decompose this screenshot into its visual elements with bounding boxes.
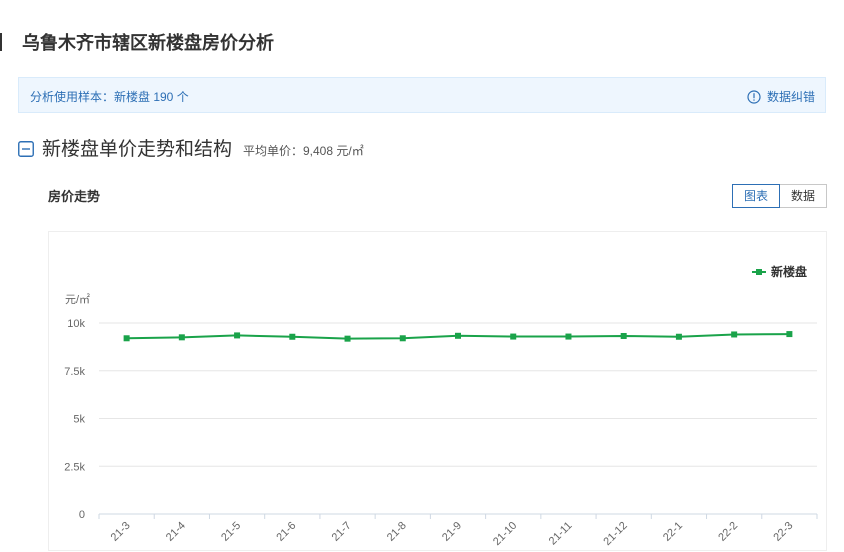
minus-square-icon[interactable] bbox=[18, 141, 34, 157]
data-point bbox=[565, 333, 572, 340]
info-circle-icon bbox=[747, 89, 761, 104]
price-trend-chart: 元/㎡ 0 2.5k 5k 7.5k 10k 21-3 21-4 21-5 21-6 21-7 21-… bbox=[64, 264, 818, 548]
page-title: 乌鲁木齐市辖区新楼盘房价分析 bbox=[22, 33, 274, 53]
data-view-button[interactable]: 数据 bbox=[780, 184, 828, 208]
average-price: 平均单价：9,408 元/㎡ bbox=[243, 144, 364, 158]
x-tick-label: 21-11 bbox=[547, 520, 575, 548]
data-point bbox=[344, 335, 351, 342]
y-tick-label: 0 bbox=[79, 509, 85, 521]
data-point bbox=[123, 335, 130, 342]
chart-panel: 元/㎡ 0 2.5k 5k 7.5k 10k 21-3 21-4 21-5 21-6 21-7 21-… bbox=[48, 231, 827, 551]
section-title: 新楼盘单价走势和结构 bbox=[42, 139, 233, 160]
data-point bbox=[178, 334, 185, 341]
sample-count-text: 分析使用样本：新楼盘 190 个 bbox=[30, 90, 189, 104]
x-tick-label: 21-9 bbox=[440, 520, 464, 544]
data-point bbox=[455, 332, 461, 339]
x-tick-label: 21-7 bbox=[330, 520, 354, 544]
x-tick-label: 22-2 bbox=[716, 520, 740, 544]
x-tick-label: 21-8 bbox=[385, 520, 409, 544]
data-point bbox=[399, 335, 406, 342]
chart-view-button[interactable]: 图表 bbox=[732, 184, 781, 208]
y-tick-label: 5k bbox=[73, 414, 85, 426]
x-tick-label: 21-12 bbox=[601, 520, 629, 548]
x-tick-label: 22-3 bbox=[771, 520, 795, 544]
x-tick-label: 21-4 bbox=[164, 520, 188, 544]
y-tick-label: 10k bbox=[67, 318, 85, 330]
view-toggle: 图表 数据 bbox=[732, 184, 828, 208]
y-tick-label: 7.5k bbox=[64, 366, 85, 378]
data-point bbox=[289, 333, 296, 340]
data-point bbox=[675, 333, 682, 340]
data-correction-link[interactable]: 数据纠错 bbox=[747, 88, 815, 105]
data-point bbox=[620, 332, 627, 339]
y-axis-unit-label: 元/㎡ bbox=[65, 293, 90, 306]
trend-label: 房价走势 bbox=[48, 189, 101, 204]
data-point bbox=[234, 332, 241, 339]
data-point bbox=[510, 333, 517, 340]
data-correction-label: 数据纠错 bbox=[766, 90, 815, 104]
x-tick-label: 21-10 bbox=[491, 520, 519, 548]
y-tick-label: 2.5k bbox=[64, 461, 85, 473]
data-point bbox=[786, 331, 793, 338]
sample-info-banner: 分析使用样本：新楼盘 190 个 数据纠错 bbox=[18, 77, 826, 113]
legend-label: 新楼盘 bbox=[771, 264, 807, 279]
section-header: 新楼盘单价走势和结构 平均单价：9,408 元/㎡ bbox=[18, 138, 718, 162]
title-accent-bar bbox=[0, 33, 2, 51]
page-header: 乌鲁木齐市辖区新楼盘房价分析 bbox=[0, 30, 600, 56]
x-tick-label: 21-5 bbox=[219, 520, 243, 544]
x-tick-label: 22-1 bbox=[661, 520, 685, 544]
x-tick-label: 21-6 bbox=[274, 520, 298, 544]
x-tick-label: 21-3 bbox=[109, 520, 133, 544]
data-point bbox=[731, 331, 738, 338]
legend-marker bbox=[756, 269, 762, 275]
